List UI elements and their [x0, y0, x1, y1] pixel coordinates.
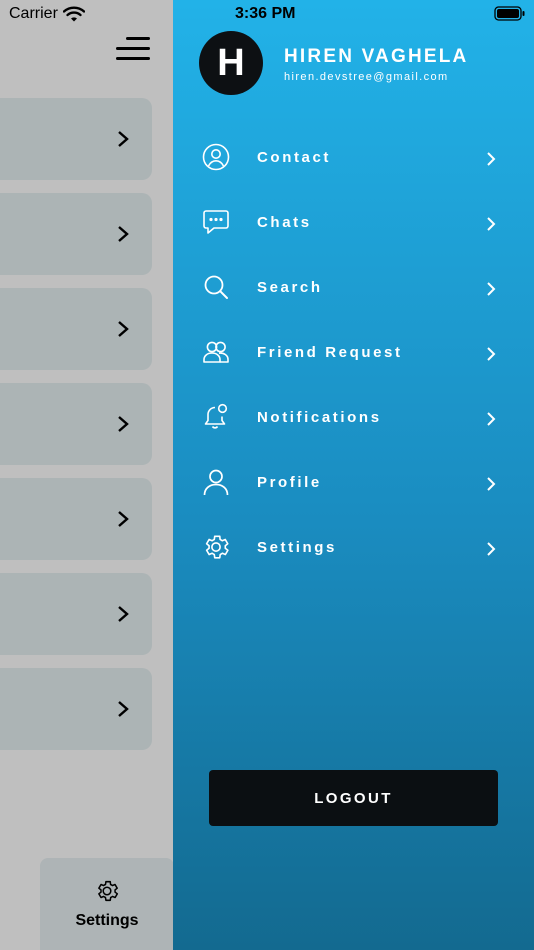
logout-button[interactable]: LOGOUT: [209, 770, 498, 826]
chevron-right-icon: [487, 477, 496, 491]
menu-item-label: Chats: [257, 214, 312, 231]
wifi-icon: [63, 6, 85, 22]
user-name: HIREN VAGHELA: [284, 46, 469, 67]
menu-item-label: Settings: [257, 539, 337, 556]
menu-item-notifications[interactable]: Notifications: [173, 386, 534, 451]
chevron-right-icon: [487, 217, 496, 231]
side-drawer: H HIREN VAGHELA hiren.devstree@gmail.com…: [173, 0, 534, 950]
menu-item-label: Contact: [257, 149, 332, 166]
chevron-right-icon: [487, 542, 496, 556]
user-email: hiren.devstree@gmail.com: [284, 71, 449, 83]
carrier-label: Carrier: [9, 5, 58, 22]
friends-icon: [203, 341, 229, 363]
bell-icon: [204, 403, 228, 429]
chat-icon: [203, 210, 229, 234]
chevron-right-icon: [487, 152, 496, 166]
drawer-menu: Contact Chats Search Friend Request Noti…: [173, 126, 534, 581]
search-icon: [204, 275, 228, 299]
battery-icon: [494, 6, 525, 21]
menu-item-friend-request[interactable]: Friend Request: [173, 321, 534, 386]
menu-item-settings[interactable]: Settings: [173, 516, 534, 581]
avatar[interactable]: H: [199, 31, 263, 95]
status-time: 3:36 PM: [235, 5, 296, 22]
menu-item-contact[interactable]: Contact: [173, 126, 534, 191]
chevron-right-icon: [487, 412, 496, 426]
menu-item-profile[interactable]: Profile: [173, 451, 534, 516]
chevron-right-icon: [487, 282, 496, 296]
menu-item-label: Friend Request: [257, 344, 403, 361]
contact-icon: [202, 143, 230, 171]
menu-item-label: Profile: [257, 474, 322, 491]
menu-item-search[interactable]: Search: [173, 256, 534, 321]
menu-item-label: Notifications: [257, 409, 382, 426]
user-icon: [203, 469, 229, 496]
avatar-initial: H: [217, 41, 245, 84]
gear-icon: [205, 535, 229, 559]
menu-item-label: Search: [257, 279, 323, 296]
status-bar: Carrier 3:36 PM: [0, 0, 534, 28]
menu-item-chats[interactable]: Chats: [173, 191, 534, 256]
chevron-right-icon: [487, 347, 496, 361]
